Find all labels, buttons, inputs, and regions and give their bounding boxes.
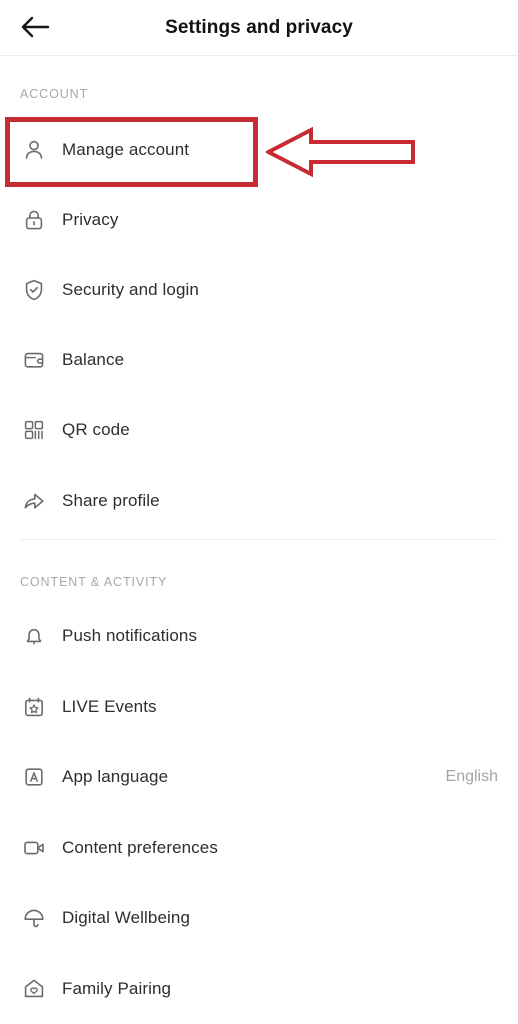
calendar-star-icon (21, 694, 47, 720)
section-label-content-activity: CONTENT & ACTIVITY (20, 575, 168, 589)
settings-row-digital-wellbeing[interactable]: Digital Wellbeing (0, 892, 518, 944)
settings-row-balance[interactable]: Balance (0, 334, 518, 386)
settings-row-value: English (445, 768, 498, 785)
letter-a-box-icon (21, 764, 47, 790)
settings-row-privacy[interactable]: Privacy (0, 194, 518, 246)
umbrella-icon (21, 905, 47, 931)
settings-row-security-and-login[interactable]: Security and login (0, 264, 518, 316)
settings-row-label: Share profile (62, 491, 160, 510)
settings-row-label: Manage account (62, 140, 190, 159)
settings-row-label: App language (62, 767, 169, 786)
settings-row-label: Digital Wellbeing (62, 908, 191, 927)
settings-row-manage-account[interactable]: Manage account (0, 124, 518, 176)
settings-row-push-notifications[interactable]: Push notifications (0, 610, 518, 662)
settings-row-family-pairing[interactable]: Family Pairing (0, 963, 518, 1015)
settings-row-label: Content preferences (62, 838, 218, 857)
settings-row-label: QR code (62, 420, 130, 439)
video-camera-icon (21, 835, 47, 861)
bell-icon (21, 623, 47, 649)
settings-row-label: Balance (62, 350, 125, 369)
settings-row-label: LIVE Events (62, 697, 157, 716)
section-label-account: ACCOUNT (20, 87, 89, 101)
person-icon (21, 137, 47, 163)
settings-row-label: Family Pairing (62, 979, 172, 998)
settings-row-live-events[interactable]: LIVE Events (0, 681, 518, 733)
settings-screen: Settings and privacy ACCOUNT CONTENT & A… (0, 0, 518, 1024)
settings-row-content-preferences[interactable]: Content preferences (0, 822, 518, 874)
lock-icon (21, 207, 47, 233)
app-header: Settings and privacy (0, 0, 518, 56)
settings-row-label: Privacy (62, 210, 119, 229)
house-heart-icon (21, 976, 47, 1002)
wallet-icon (21, 347, 47, 373)
settings-row-label: Push notifications (62, 626, 198, 645)
settings-row-label: Security and login (62, 280, 199, 299)
section-divider (20, 539, 498, 540)
settings-row-share-profile[interactable]: Share profile (0, 475, 518, 527)
settings-row-app-language[interactable]: App language English (0, 751, 518, 803)
settings-row-qr-code[interactable]: QR code (0, 404, 518, 456)
qr-code-icon (21, 417, 47, 443)
page-title: Settings and privacy (165, 17, 353, 38)
shield-check-icon (21, 277, 47, 303)
share-arrow-icon (21, 488, 47, 514)
header-divider (0, 55, 518, 56)
